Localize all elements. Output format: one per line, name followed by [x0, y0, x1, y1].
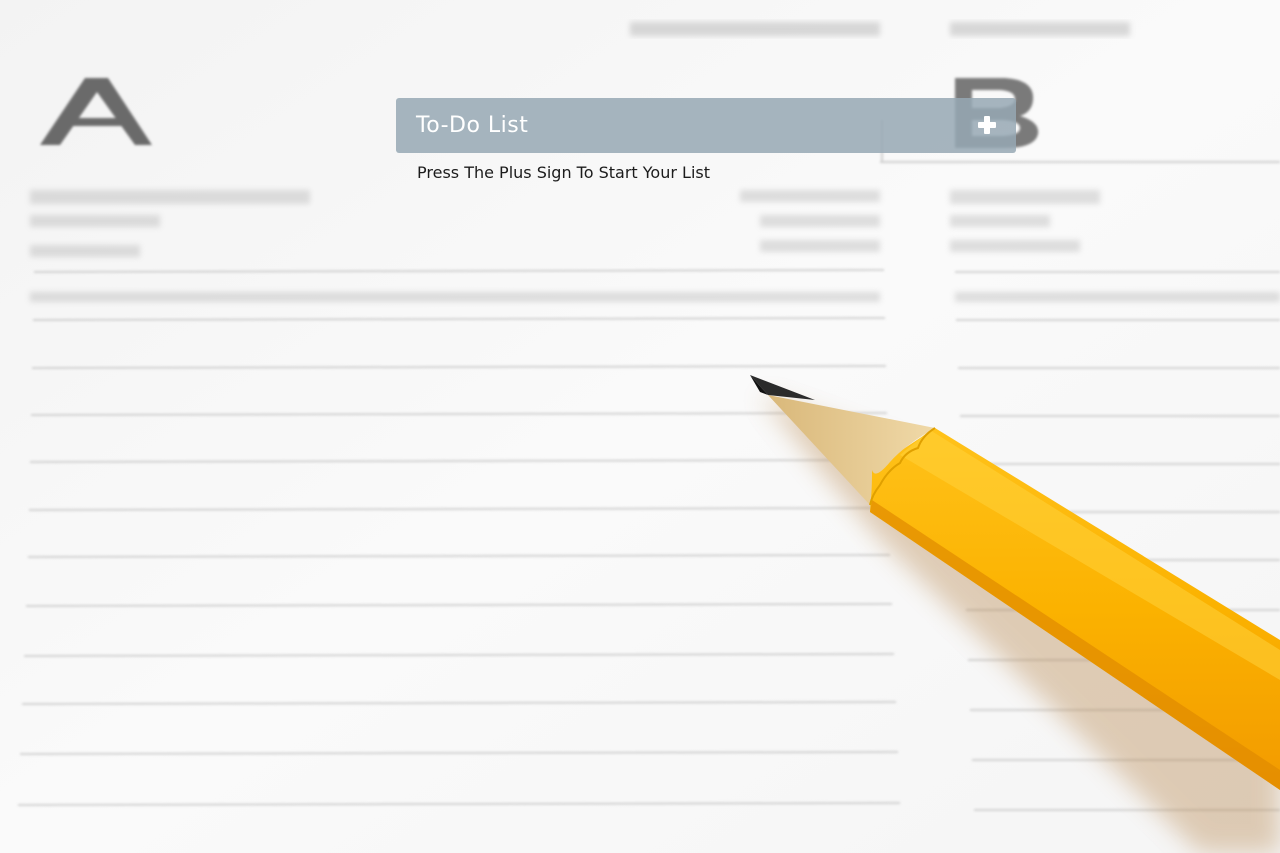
add-item-button[interactable] [974, 112, 1000, 138]
instructions-text: Press The Plus Sign To Start Your List [417, 163, 710, 182]
todo-title: To-Do List [416, 113, 529, 138]
todo-header-bar: To-Do List [396, 98, 1016, 153]
plus-icon-vertical [984, 116, 990, 134]
